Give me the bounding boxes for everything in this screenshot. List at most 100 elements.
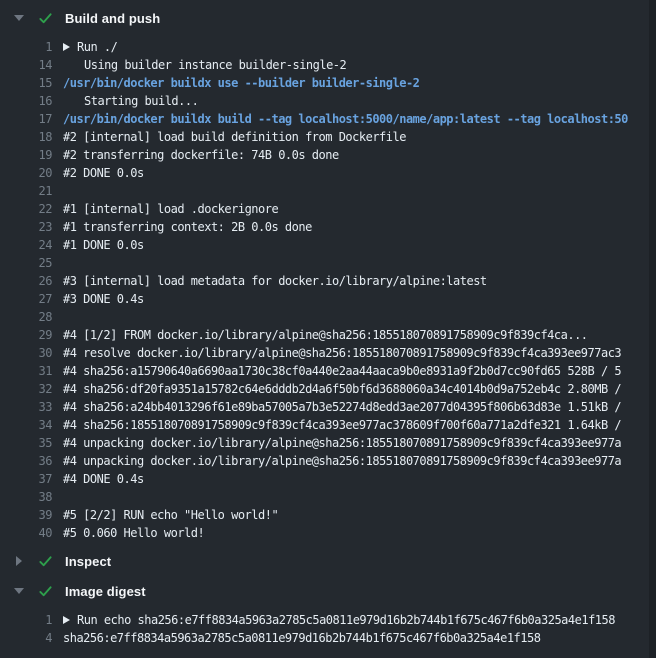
check-icon	[38, 584, 53, 599]
line-text-value: #4 sha256:df20fa9351a15782c64e6dddb2d4a6…	[63, 382, 621, 396]
log-line: 29 #4 [1/2] FROM docker.io/library/alpin…	[0, 326, 656, 344]
log-line: 27 #3 DONE 0.4s	[0, 290, 656, 308]
section-lines: 1 Run ./ 14 Using builder instance build…	[0, 29, 656, 542]
line-number[interactable]: 15	[0, 76, 52, 90]
chevron-right-icon[interactable]	[13, 556, 25, 566]
line-number[interactable]: 21	[0, 184, 52, 198]
line-text: Run ./	[63, 40, 117, 54]
log-line: 34 #4 sha256:185518070891758909c9f839cf4…	[0, 416, 656, 434]
log-line: 16 Starting build...	[0, 92, 656, 110]
log-line: 21	[0, 182, 656, 200]
log-section-image-digest: Image digest 1 Run echo sha256:e7ff8834a…	[0, 580, 656, 647]
line-number[interactable]: 33	[0, 400, 52, 414]
line-number[interactable]: 22	[0, 202, 52, 216]
log-line: 26 #3 [internal] load metadata for docke…	[0, 272, 656, 290]
play-icon	[63, 43, 70, 51]
line-text-value: #4 sha256:a15790640a6690aa1730c38cf0a440…	[63, 364, 621, 378]
line-text-value: #1 [internal] load .dockerignore	[63, 202, 278, 216]
log-line: 20 #2 DONE 0.0s	[0, 164, 656, 182]
line-number[interactable]: 36	[0, 454, 52, 468]
line-number[interactable]: 14	[0, 58, 52, 72]
line-number[interactable]: 35	[0, 436, 52, 450]
line-text: #4 unpacking docker.io/library/alpine@sh…	[63, 436, 621, 450]
line-number[interactable]: 29	[0, 328, 52, 342]
log-line: 25	[0, 254, 656, 272]
line-text: #4 unpacking docker.io/library/alpine@sh…	[63, 454, 621, 468]
line-number[interactable]: 34	[0, 418, 52, 432]
line-number[interactable]: 30	[0, 346, 52, 360]
log-line: 22 #1 [internal] load .dockerignore	[0, 200, 656, 218]
line-text: #4 DONE 0.4s	[63, 472, 144, 486]
line-text-value: #3 [internal] load metadata for docker.i…	[63, 274, 487, 288]
line-text-value: #5 0.060 Hello world!	[63, 526, 204, 540]
chevron-down-icon[interactable]	[13, 15, 25, 21]
line-text: #4 [1/2] FROM docker.io/library/alpine@s…	[63, 328, 588, 342]
line-text-value: #4 [1/2] FROM docker.io/library/alpine@s…	[63, 328, 588, 342]
section-header-inspect[interactable]: Inspect	[0, 550, 656, 572]
section-lines: 1 Run echo sha256:e7ff8834a5963a2785c5a0…	[0, 602, 656, 647]
line-number[interactable]: 28	[0, 310, 52, 324]
line-number[interactable]: 18	[0, 130, 52, 144]
line-number[interactable]: 39	[0, 508, 52, 522]
line-text-value: #4 resolve docker.io/library/alpine@sha2…	[63, 346, 621, 360]
line-number[interactable]: 40	[0, 526, 52, 540]
section-header-build-and-push[interactable]: Build and push	[0, 7, 656, 29]
line-text: #2 DONE 0.0s	[63, 166, 144, 180]
line-text: #1 DONE 0.0s	[63, 238, 144, 252]
line-text: /usr/bin/docker buildx build --tag local…	[63, 112, 628, 126]
line-text-value: #1 DONE 0.0s	[63, 238, 144, 252]
line-text-value: #4 sha256:a24bb4013296f61e89ba57005a7b3e…	[63, 400, 621, 414]
section-title: Image digest	[65, 584, 146, 599]
log-line: 23 #1 transferring context: 2B 0.0s done	[0, 218, 656, 236]
line-text-value: #2 [internal] load build definition from…	[63, 130, 406, 144]
line-number[interactable]: 17	[0, 112, 52, 126]
line-number[interactable]: 20	[0, 166, 52, 180]
chevron-down-icon[interactable]	[13, 588, 25, 594]
check-icon	[38, 11, 53, 26]
section-title: Build and push	[65, 11, 160, 26]
line-number[interactable]: 27	[0, 292, 52, 306]
line-text-value: #4 sha256:185518070891758909c9f839cf4ca3…	[63, 418, 621, 432]
log-line: 30 #4 resolve docker.io/library/alpine@s…	[0, 344, 656, 362]
line-number[interactable]: 37	[0, 472, 52, 486]
line-number[interactable]: 1	[0, 40, 52, 54]
line-number[interactable]: 1	[0, 613, 52, 627]
log-line: 33 #4 sha256:a24bb4013296f61e89ba57005a7…	[0, 398, 656, 416]
line-number[interactable]: 25	[0, 256, 52, 270]
line-number[interactable]: 32	[0, 382, 52, 396]
section-header-image-digest[interactable]: Image digest	[0, 580, 656, 602]
line-text: #4 resolve docker.io/library/alpine@sha2…	[63, 346, 621, 360]
line-text-value: #5 [2/2] RUN echo "Hello world!"	[63, 508, 278, 522]
line-number[interactable]: 31	[0, 364, 52, 378]
line-text-value: Starting build...	[84, 94, 198, 108]
line-number[interactable]: 19	[0, 148, 52, 162]
log-line: 36 #4 unpacking docker.io/library/alpine…	[0, 452, 656, 470]
log-line: 17 /usr/bin/docker buildx build --tag lo…	[0, 110, 656, 128]
runner-icon	[63, 94, 77, 108]
line-text-value: sha256:e7ff8834a5963a2785c5a0811e979d16b…	[63, 631, 540, 645]
line-text-value: #2 transferring dockerfile: 74B 0.0s don…	[63, 148, 339, 162]
line-text-value: /usr/bin/docker buildx build --tag local…	[63, 112, 628, 126]
line-text-value: #2 DONE 0.0s	[63, 166, 144, 180]
log-line: 19 #2 transferring dockerfile: 74B 0.0s …	[0, 146, 656, 164]
line-text: Run echo sha256:e7ff8834a5963a2785c5a081…	[63, 613, 615, 627]
line-text: #4 sha256:185518070891758909c9f839cf4ca3…	[63, 418, 621, 432]
line-number[interactable]: 23	[0, 220, 52, 234]
line-text: #4 sha256:a24bb4013296f61e89ba57005a7b3e…	[63, 400, 621, 414]
log-line: 32 #4 sha256:df20fa9351a15782c64e6dddb2d…	[0, 380, 656, 398]
line-text: #4 sha256:a15790640a6690aa1730c38cf0a440…	[63, 364, 621, 378]
line-text: #3 DONE 0.4s	[63, 292, 144, 306]
pushpin-icon	[63, 58, 77, 72]
line-number[interactable]: 16	[0, 94, 52, 108]
line-number[interactable]: 26	[0, 274, 52, 288]
line-text: #5 [2/2] RUN echo "Hello world!"	[63, 508, 278, 522]
line-number[interactable]: 4	[0, 631, 52, 645]
log-line: 39 #5 [2/2] RUN echo "Hello world!"	[0, 506, 656, 524]
log-section-build-and-push: Build and push 1 Run ./ 14 Using builder…	[0, 7, 656, 542]
log-line: 38	[0, 488, 656, 506]
line-text: Starting build...	[63, 94, 198, 108]
line-number[interactable]: 24	[0, 238, 52, 252]
line-number[interactable]: 38	[0, 490, 52, 504]
log-line: 24 #1 DONE 0.0s	[0, 236, 656, 254]
line-text: #2 transferring dockerfile: 74B 0.0s don…	[63, 148, 339, 162]
